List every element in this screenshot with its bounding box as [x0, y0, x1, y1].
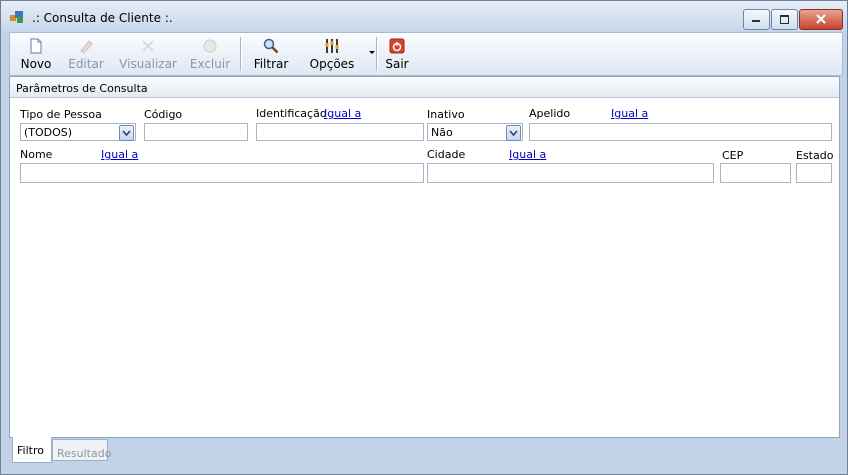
toolbar-separator [240, 37, 242, 71]
tools-icon [325, 39, 339, 53]
filtrar-label: Filtrar [253, 57, 289, 71]
cep-label: CEP [722, 149, 744, 162]
chevron-down-icon[interactable] [506, 125, 521, 141]
novo-button[interactable]: Novo [14, 36, 58, 72]
cep-input[interactable] [720, 163, 791, 183]
visualizar-button[interactable]: Visualizar [116, 36, 180, 72]
editar-label: Editar [68, 57, 104, 71]
close-icon [816, 14, 826, 24]
sair-button[interactable]: Sair [382, 36, 412, 72]
cidade-label: Cidade [427, 148, 466, 161]
tipo-pessoa-label: Tipo de Pessoa [20, 108, 102, 121]
app-icon [10, 11, 23, 23]
tab-resultado[interactable]: Resultado [52, 439, 111, 461]
nome-label: Nome [20, 148, 53, 161]
estado-input[interactable] [796, 163, 832, 183]
window-title: .: Consulta de Cliente :. [32, 11, 173, 25]
filter-panel: Parâmetros de Consulta Tipo de Pessoa (T… [9, 76, 840, 438]
toolbar: Novo Editar Visualizar Excluir Filtrar O… [9, 32, 843, 76]
apelido-label: Apelido [529, 107, 571, 120]
minimize-button[interactable] [743, 9, 770, 30]
codigo-input[interactable] [144, 123, 248, 141]
codigo-label: Código [144, 108, 183, 121]
inativo-select[interactable]: Não [427, 123, 523, 141]
visualizar-label: Visualizar [119, 57, 177, 71]
view-icon [142, 40, 154, 52]
sair-label: Sair [385, 57, 409, 71]
tab-strip: Filtro Resultado [9, 437, 839, 467]
close-button[interactable] [799, 9, 843, 30]
inativo-value: Não [431, 126, 453, 139]
minimize-icon [752, 20, 760, 22]
panel-header: Parâmetros de Consulta [10, 77, 839, 98]
nome-input[interactable] [20, 163, 424, 183]
toolbar-separator [376, 37, 378, 71]
inativo-label: Inativo [427, 108, 465, 121]
title-bar[interactable]: .: Consulta de Cliente :. [1, 1, 847, 31]
edit-icon [80, 40, 93, 54]
novo-label: Novo [20, 57, 52, 71]
apelido-input[interactable] [529, 123, 832, 141]
estado-label: Estado [796, 149, 834, 162]
magnifier-icon [263, 38, 279, 54]
apelido-igual-link[interactable]: Igual a [611, 107, 648, 120]
exit-icon [389, 38, 405, 54]
identificacao-igual-link[interactable]: Igual a [324, 107, 361, 120]
opcoes-label: Opções [309, 57, 355, 71]
tipo-pessoa-value: (TODOS) [24, 126, 73, 139]
main-window: .: Consulta de Cliente :. Novo Editar Vi… [0, 0, 848, 475]
identificacao-input[interactable] [256, 123, 424, 141]
new-document-icon [30, 38, 42, 54]
nome-igual-link[interactable]: Igual a [101, 148, 138, 161]
cidade-input[interactable] [427, 163, 714, 183]
excluir-label: Excluir [189, 57, 231, 71]
filtrar-button[interactable]: Filtrar [250, 36, 292, 72]
cidade-igual-link[interactable]: Igual a [509, 148, 546, 161]
editar-button[interactable]: Editar [64, 36, 108, 72]
tab-filtro[interactable]: Filtro [12, 437, 52, 463]
identificacao-label: Identificação [256, 107, 327, 120]
excluir-button[interactable]: Excluir [188, 36, 232, 72]
chevron-down-icon[interactable] [119, 125, 134, 141]
maximize-icon [780, 15, 789, 24]
maximize-button[interactable] [771, 9, 798, 30]
chevron-down-icon[interactable] [369, 51, 375, 54]
panel-title: Parâmetros de Consulta [16, 82, 148, 95]
delete-icon [203, 39, 217, 53]
tipo-pessoa-select[interactable]: (TODOS) [20, 123, 136, 141]
opcoes-button[interactable]: Opções [306, 36, 358, 72]
